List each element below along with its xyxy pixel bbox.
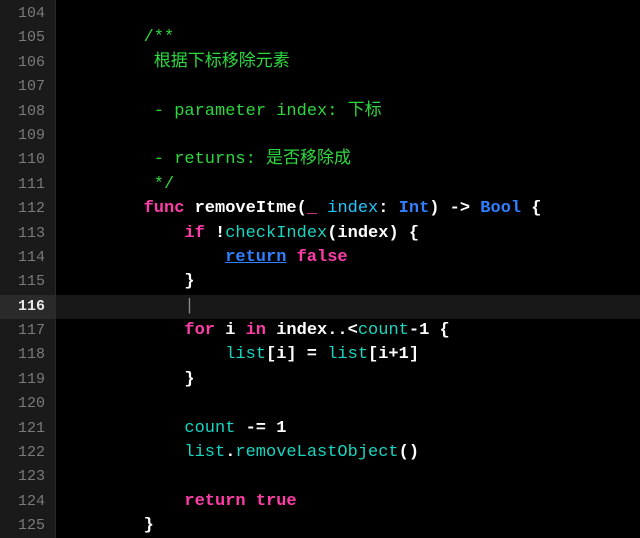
- code-token: - parameter index: 下标: [154, 102, 382, 121]
- line-number: 119: [0, 368, 55, 392]
- code-token: -: [409, 321, 419, 340]
- code-token: ) ->: [429, 199, 480, 218]
- code-line[interactable]: - returns: 是否移除成: [56, 148, 640, 172]
- code-token: index..<: [276, 321, 358, 340]
- line-number: 105: [0, 26, 55, 50]
- line-number: 104: [0, 2, 55, 26]
- code-token: return: [184, 492, 255, 511]
- line-number: 113: [0, 222, 55, 246]
- line-number: 106: [0, 51, 55, 75]
- code-line[interactable]: [56, 2, 640, 26]
- code-token: removeItme: [195, 199, 297, 218]
- code-token: Int: [399, 199, 430, 218]
- code-token: list: [327, 345, 368, 364]
- code-line[interactable]: for i in index..<count-1 {: [56, 319, 640, 343]
- code-line[interactable]: func removeItme(_ index: Int) -> Bool {: [56, 197, 640, 221]
- code-line[interactable]: 根据下标移除元素: [56, 51, 640, 75]
- code-token: */: [154, 175, 174, 194]
- code-token: i: [225, 321, 235, 340]
- line-number: 122: [0, 441, 55, 465]
- code-line[interactable]: [56, 124, 640, 148]
- code-token: count: [358, 321, 409, 340]
- code-token: count: [184, 419, 235, 438]
- code-line[interactable]: [56, 75, 640, 99]
- code-line[interactable]: }: [56, 270, 640, 294]
- line-number: 108: [0, 100, 55, 124]
- line-number: 125: [0, 514, 55, 538]
- code-token: list: [225, 345, 266, 364]
- code-line[interactable]: count -= 1: [56, 417, 640, 441]
- code-token: ]: [409, 345, 419, 364]
- line-number: 124: [0, 490, 55, 514]
- line-number-gutter: 1041051061071081091101111121131141151161…: [0, 0, 56, 538]
- code-token: 根据下标移除元素: [154, 53, 290, 72]
- code-token: .: [225, 443, 235, 462]
- line-number: 117: [0, 319, 55, 343]
- code-token: }: [184, 272, 194, 291]
- code-line[interactable]: |: [56, 295, 640, 319]
- line-number: 111: [0, 173, 55, 197]
- line-number: 120: [0, 392, 55, 416]
- code-line[interactable]: }: [56, 514, 640, 538]
- code-line[interactable]: [56, 465, 640, 489]
- code-token: /**: [144, 28, 175, 47]
- code-token: (index) {: [327, 224, 419, 243]
- code-token: [317, 199, 327, 218]
- code-token: Bool: [480, 199, 521, 218]
- code-token: !: [215, 224, 225, 243]
- code-token: true: [256, 492, 297, 511]
- code-token: :: [378, 199, 398, 218]
- code-editor-content[interactable]: /** 根据下标移除元素 - parameter index: 下标 - return…: [56, 0, 640, 538]
- code-token: _: [307, 199, 317, 218]
- code-token: func: [144, 199, 195, 218]
- code-token: false: [297, 248, 348, 267]
- line-number: 107: [0, 75, 55, 99]
- code-token: (): [399, 443, 419, 462]
- code-token: - returns: 是否移除成: [154, 150, 351, 169]
- code-line[interactable]: [56, 392, 640, 416]
- line-number: 110: [0, 148, 55, 172]
- line-number: 112: [0, 197, 55, 221]
- code-token: 1: [276, 419, 286, 438]
- code-token: |: [184, 297, 194, 316]
- code-token: {: [429, 321, 449, 340]
- code-token: [i+: [368, 345, 399, 364]
- code-token: [i] =: [266, 345, 327, 364]
- code-token: 1: [399, 345, 409, 364]
- code-token: }: [184, 370, 194, 389]
- code-token: 1: [419, 321, 429, 340]
- code-line[interactable]: }: [56, 368, 640, 392]
- code-line[interactable]: return false: [56, 246, 640, 270]
- line-number: 118: [0, 343, 55, 367]
- line-number: 121: [0, 417, 55, 441]
- code-line[interactable]: if !checkIndex(index) {: [56, 222, 640, 246]
- code-line[interactable]: list[i] = list[i+1]: [56, 343, 640, 367]
- code-token: index: [327, 199, 378, 218]
- code-token: [286, 248, 296, 267]
- code-token: list: [184, 443, 225, 462]
- line-number: 114: [0, 246, 55, 270]
- line-number: 116: [0, 295, 55, 319]
- code-line[interactable]: return true: [56, 490, 640, 514]
- code-token: removeLastObject: [235, 443, 398, 462]
- code-token: {: [521, 199, 541, 218]
- code-token: checkIndex: [225, 224, 327, 243]
- line-number: 123: [0, 465, 55, 489]
- code-line[interactable]: list.removeLastObject(): [56, 441, 640, 465]
- code-token: (: [297, 199, 307, 218]
- code-token: for: [184, 321, 225, 340]
- code-line[interactable]: */: [56, 173, 640, 197]
- code-token: -=: [235, 419, 276, 438]
- line-number: 115: [0, 270, 55, 294]
- code-line[interactable]: - parameter index: 下标: [56, 100, 640, 124]
- code-token: return: [225, 248, 286, 267]
- line-number: 109: [0, 124, 55, 148]
- code-token: }: [144, 516, 154, 535]
- code-token: in: [235, 321, 276, 340]
- code-line[interactable]: /**: [56, 26, 640, 50]
- code-token: if: [184, 224, 215, 243]
